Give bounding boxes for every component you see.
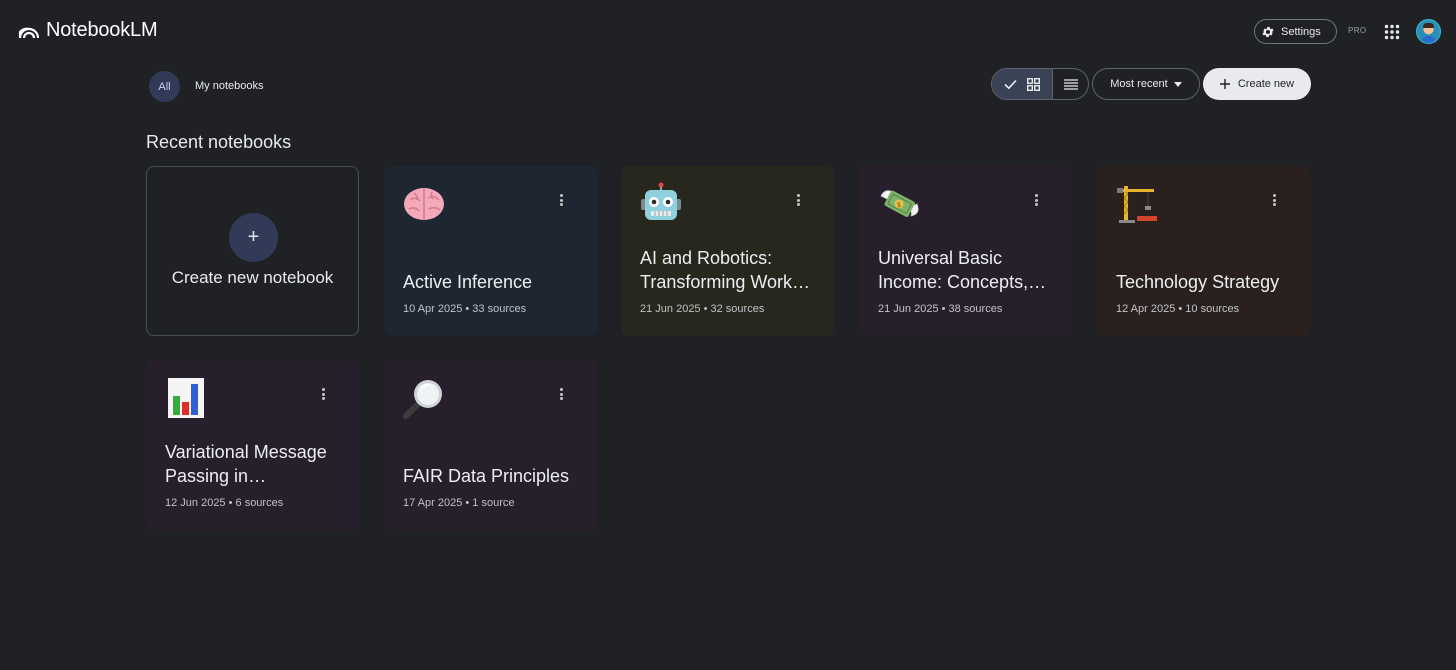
create-notebook-card[interactable]: + Create new notebook [146,166,359,336]
create-new-button[interactable]: Create new [1203,68,1311,100]
notebook-card[interactable]: FAIR Data Principles 17 Apr 2025 • 1 sou… [384,360,597,530]
notebook-meta: 21 Jun 2025 • 38 sources [878,303,1003,315]
notebook-meta: 10 Apr 2025 • 33 sources [403,303,527,315]
grid-icon [1027,77,1040,91]
notebook-card[interactable]: Technology Strategy 12 Apr 2025 • 10 sou… [1097,166,1310,336]
app-title: NotebookLM [46,19,158,41]
notebook-meta: 17 Apr 2025 • 1 source [403,497,515,509]
more-options-icon[interactable] [1035,194,1038,206]
app-logo[interactable]: NotebookLM [18,19,158,42]
grid-view-button[interactable] [992,69,1052,99]
apps-grid-icon[interactable] [1384,24,1400,40]
create-new-label: Create new [1237,78,1295,90]
notebook-title: Active Inference [403,272,533,292]
notebooklm-logo-icon [18,27,40,38]
create-notebook-label: Create new notebook [171,268,334,287]
bar-chart-icon [168,378,204,418]
more-options-icon[interactable] [1273,194,1276,206]
notebook-meta: 12 Apr 2025 • 10 sources [1116,303,1240,315]
notebook-card[interactable]: $ Universal Basic Income: Concepts,… 21 … [859,166,1072,336]
more-options-icon[interactable] [560,194,563,206]
brain-icon [404,188,444,220]
section-title: Recent notebooks [146,132,292,152]
more-options-icon[interactable] [322,388,325,400]
construction-crane-icon [1117,186,1157,223]
caret-down-icon [1173,81,1182,87]
more-options-icon[interactable] [560,388,563,400]
settings-button[interactable]: Settings [1254,19,1337,44]
avatar[interactable] [1416,19,1441,44]
notebook-meta: 21 Jun 2025 • 32 sources [640,303,765,315]
check-icon [1004,79,1017,89]
tab-all[interactable]: All [149,71,180,102]
notebook-title: AI and Robotics: Transforming Work… [640,248,811,292]
add-notebook-icon: + [229,213,278,262]
magnifying-glass-icon [403,380,442,419]
plus-icon [1219,79,1230,89]
notebook-card[interactable]: Active Inference 10 Apr 2025 • 33 source… [384,166,597,336]
tab-my-notebooks[interactable]: My notebooks [195,80,263,92]
more-options-icon[interactable] [797,194,800,206]
settings-label: Settings [1281,25,1321,38]
notebook-title: Technology Strategy [1116,272,1280,292]
notebook-meta: 12 Jun 2025 • 6 sources [165,497,284,509]
svg-text:$: $ [897,201,901,209]
money-with-wings-icon: $ [880,190,919,217]
notebook-title: Universal Basic Income: Concepts,… [878,248,1047,292]
pro-badge: PRO [1348,26,1367,35]
notebook-title: FAIR Data Principles [403,466,570,486]
sort-label: Most recent [1110,78,1168,90]
top-bar: NotebookLM Settings PRO [0,0,1456,64]
list-icon [1063,78,1078,90]
view-toggle [991,68,1089,100]
notebook-card[interactable]: AI and Robotics: Transforming Work… 21 J… [621,166,834,336]
notebook-title: Variational Message Passing in Bayesian… [165,442,327,486]
sort-dropdown[interactable]: Most recent [1092,68,1200,100]
list-view-button[interactable] [1052,69,1088,99]
robot-icon [641,182,681,220]
notebook-card[interactable]: Variational Message Passing in Bayesian…… [146,360,359,530]
gear-icon [1262,26,1274,37]
